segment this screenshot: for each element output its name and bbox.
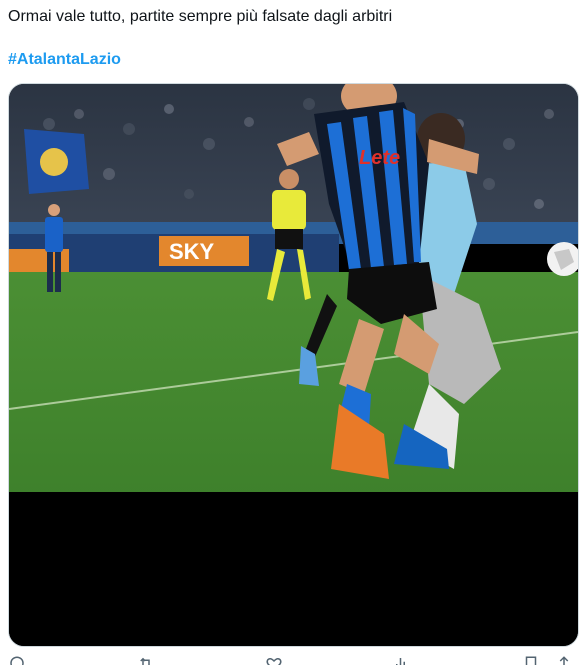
tweet: Ormai vale tutto, partite sempre più fal… — [0, 0, 585, 665]
black-bar — [9, 492, 578, 646]
shirt-sponsor: Lete — [359, 147, 400, 169]
video-frame: SKY Lete — [9, 84, 578, 646]
hashtag-link[interactable]: #AtalantaLazio — [8, 49, 121, 71]
tweet-actions — [0, 655, 585, 665]
reply-icon[interactable] — [8, 655, 26, 665]
tweet-text: Ormai vale tutto, partite sempre più fal… — [8, 8, 393, 25]
tweet-video[interactable]: SKY Lete — [8, 83, 579, 647]
bookmark-icon[interactable] — [522, 655, 540, 665]
ad-board-text: SKY — [169, 239, 215, 264]
flag-emblem — [40, 148, 68, 176]
retweet-icon[interactable] — [137, 655, 155, 665]
views-icon[interactable] — [393, 655, 411, 665]
share-icon[interactable] — [555, 655, 573, 665]
like-icon[interactable] — [265, 655, 283, 665]
